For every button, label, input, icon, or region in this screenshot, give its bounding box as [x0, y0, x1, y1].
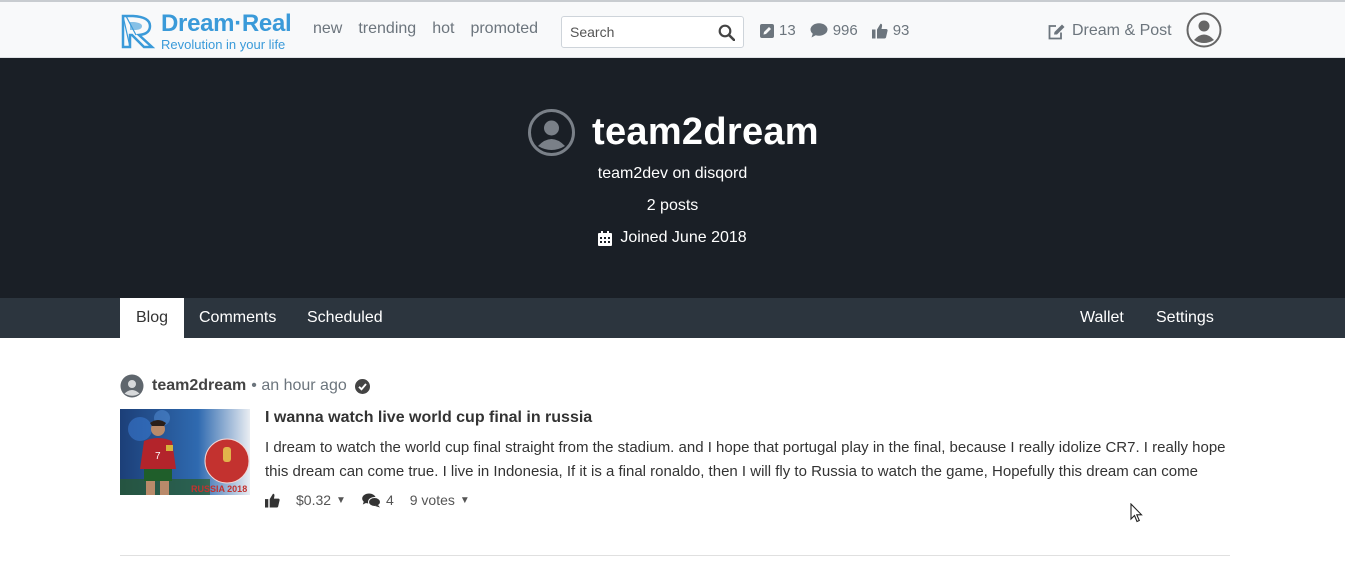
- post-header: team2dream • an hour ago: [120, 372, 1230, 400]
- top-navbar: Dream·Real Revolution in your life new t…: [0, 2, 1345, 58]
- verified-check-icon: [354, 378, 370, 394]
- dream-and-post-button[interactable]: Dream & Post: [1048, 22, 1172, 40]
- search-icon[interactable]: [718, 24, 735, 41]
- post-timestamp: • an hour ago: [251, 377, 347, 394]
- post-author[interactable]: team2dream: [152, 377, 246, 395]
- caret-down-icon: ▼: [459, 494, 470, 506]
- calendar-icon: [598, 230, 613, 246]
- nav-link-new[interactable]: new: [313, 20, 342, 38]
- post-divider: [120, 555, 1230, 556]
- stat-posts[interactable]: 13: [760, 22, 796, 39]
- post-content: I wanna watch live world cup final in ru…: [265, 409, 1230, 508]
- upvote-icon[interactable]: [265, 493, 280, 508]
- tab-blog[interactable]: Blog: [120, 298, 185, 338]
- post-votes-count: 9 votes: [409, 492, 455, 508]
- blog-post: team2dream • an hour ago 7 RUSSIA 2018 I…: [120, 372, 1230, 508]
- dream-and-post-label: Dream & Post: [1072, 22, 1172, 39]
- tab-comments[interactable]: Comments: [183, 298, 292, 338]
- profile-about: team2dev on disqord: [597, 165, 748, 182]
- svg-text:7: 7: [155, 451, 161, 462]
- profile-title: team2dream: [528, 109, 819, 156]
- profile-header: team2dream team2dev on disqord 2 posts J…: [0, 58, 1345, 298]
- profile-joined-text: Joined June 2018: [620, 229, 747, 246]
- stat-comments-count: 996: [832, 22, 858, 39]
- post-comments-count: 4: [385, 492, 394, 508]
- profile-tabs: Blog Comments Scheduled Wallet Settings: [0, 298, 1345, 338]
- comment-icon: [810, 23, 828, 38]
- tab-scheduled[interactable]: Scheduled: [291, 298, 399, 338]
- logo-subtitle: Revolution in your life: [161, 36, 286, 52]
- comments-icon: [362, 493, 381, 507]
- tab-settings[interactable]: Settings: [1140, 298, 1230, 338]
- thumbnail-caption: RUSSIA 2018: [191, 484, 247, 494]
- author-avatar-icon[interactable]: [120, 374, 144, 398]
- post-footer: $0.32 ▼ 4 9 votes ▼: [265, 492, 1230, 508]
- edit-square-icon: [760, 23, 774, 38]
- soccer-player-image: 7 RUSSIA 2018: [120, 409, 250, 495]
- caret-down-icon: ▼: [336, 494, 346, 506]
- profile-joined: Joined June 2018: [598, 229, 747, 247]
- nav-link-hot[interactable]: hot: [432, 20, 454, 38]
- stat-comments[interactable]: 996: [810, 22, 858, 39]
- stat-votes[interactable]: 93: [871, 22, 910, 39]
- search-box: [561, 16, 744, 48]
- stat-votes-count: 93: [892, 22, 910, 39]
- logo-title: Dream·Real: [161, 9, 292, 37]
- post-summary[interactable]: I dream to watch the world cup final str…: [265, 436, 1230, 484]
- mouse-cursor-icon: [1130, 503, 1143, 523]
- post-votes[interactable]: 9 votes ▼: [410, 492, 470, 508]
- post-title[interactable]: I wanna watch live world cup final in ru…: [265, 409, 1230, 427]
- nav-link-promoted[interactable]: promoted: [470, 20, 538, 38]
- user-stats: 13 996 93: [760, 22, 909, 39]
- thumbs-up-icon: [871, 23, 888, 38]
- post-payout-value: $0.32: [296, 492, 332, 508]
- profile-post-count: 2 posts: [646, 197, 699, 214]
- profile-avatar-icon: [528, 109, 575, 156]
- logo-mark-icon: [121, 14, 156, 49]
- site-logo[interactable]: Dream·Real Revolution in your life: [120, 9, 292, 52]
- stat-posts-count: 13: [779, 22, 796, 39]
- post-payout[interactable]: $0.32 ▼: [296, 492, 346, 508]
- edit-icon: [1048, 24, 1065, 39]
- main-nav: new trending hot promoted: [313, 20, 538, 38]
- post-comments[interactable]: 4: [362, 492, 394, 508]
- nav-link-trending[interactable]: trending: [358, 20, 416, 38]
- user-avatar-icon[interactable]: [1186, 12, 1222, 48]
- profile-username: team2dream: [592, 111, 819, 153]
- tab-wallet[interactable]: Wallet: [1064, 298, 1140, 338]
- post-thumbnail[interactable]: 7 RUSSIA 2018: [120, 409, 250, 495]
- search-input[interactable]: [562, 17, 712, 47]
